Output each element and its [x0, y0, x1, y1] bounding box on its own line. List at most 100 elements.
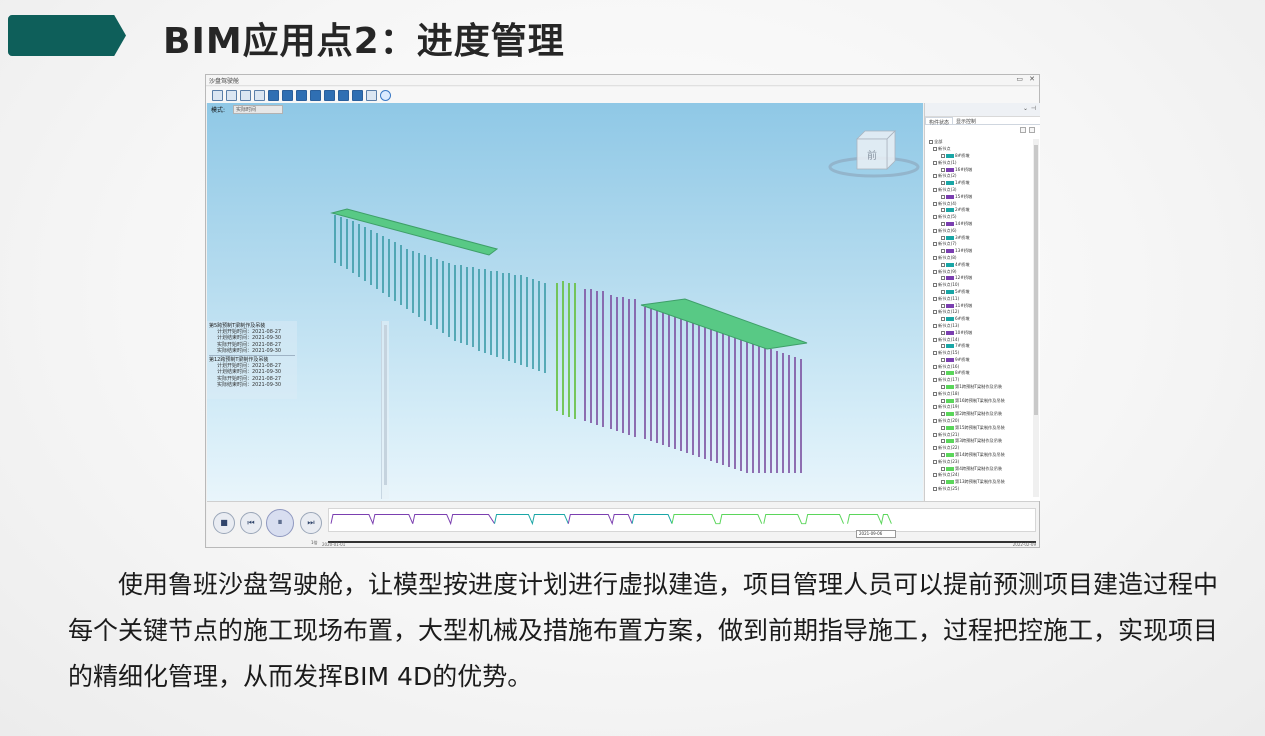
- pause-button[interactable]: ⏸: [266, 509, 294, 537]
- tree-node[interactable]: 新节点(25): [929, 486, 1033, 493]
- tree-node[interactable]: 新节点(9): [929, 268, 1033, 275]
- tree-node[interactable]: 新节点(14): [929, 336, 1033, 343]
- checkbox-icon[interactable]: [941, 221, 945, 226]
- settings-gear-icon[interactable]: [380, 89, 391, 101]
- tree-leaf[interactable]: 12#桥墩: [929, 275, 1033, 282]
- checkbox-icon[interactable]: [933, 296, 937, 301]
- checkbox-icon[interactable]: [933, 459, 937, 464]
- tree-node[interactable]: 新节点(11): [929, 295, 1033, 302]
- cube-view-icon[interactable]: [338, 89, 349, 101]
- tree-leaf[interactable]: 4#桥墩: [929, 261, 1033, 268]
- checkbox-icon[interactable]: [933, 337, 937, 342]
- view-icon[interactable]: [240, 89, 251, 101]
- checkbox-icon[interactable]: [929, 140, 933, 145]
- timeline-track[interactable]: [328, 541, 1036, 543]
- layers-icon[interactable]: [352, 89, 363, 101]
- tree-leaf[interactable]: 13#桥墩: [929, 248, 1033, 255]
- view-icon[interactable]: [226, 89, 237, 101]
- checkbox-icon[interactable]: [933, 364, 937, 369]
- cube-view-icon[interactable]: [268, 89, 279, 101]
- gantt-strip[interactable]: [328, 508, 1036, 532]
- previous-button[interactable]: ⏮: [240, 512, 262, 534]
- tree-node[interactable]: 新节点(7): [929, 241, 1033, 248]
- checkbox-icon[interactable]: [941, 453, 945, 458]
- checkbox-icon[interactable]: [933, 228, 937, 233]
- checkbox-icon[interactable]: [933, 473, 937, 478]
- checkbox-icon[interactable]: [933, 174, 937, 179]
- close-icon[interactable]: ✕: [1029, 75, 1035, 83]
- checkbox-icon[interactable]: [941, 412, 945, 417]
- stop-button[interactable]: ■: [213, 512, 235, 534]
- checkbox-icon[interactable]: [933, 351, 937, 356]
- checkbox-icon[interactable]: [941, 385, 945, 390]
- checkbox-icon[interactable]: [933, 446, 937, 451]
- tree-leaf[interactable]: 1#桥墩: [929, 180, 1033, 187]
- checkbox-icon[interactable]: [933, 487, 937, 492]
- tree-node[interactable]: 新节点(16): [929, 363, 1033, 370]
- checkbox-icon[interactable]: [933, 391, 937, 396]
- tree-leaf[interactable]: 9#桥墩: [929, 357, 1033, 364]
- tree-node[interactable]: 新节点(6): [929, 227, 1033, 234]
- checkbox-icon[interactable]: [941, 276, 945, 281]
- checkbox-icon[interactable]: [933, 160, 937, 165]
- scrollbar-thumb[interactable]: [1034, 145, 1038, 415]
- checkbox-icon[interactable]: [933, 378, 937, 383]
- 3d-viewport[interactable]: 模式: 实际时间 前 第5跨预制T梁制作及吊装 计划开始时间：2021-08-2…: [207, 103, 923, 501]
- next-button[interactable]: ⏭: [300, 512, 322, 534]
- checkbox-icon[interactable]: [941, 303, 945, 308]
- checkbox-icon[interactable]: [941, 480, 945, 485]
- checkbox-icon[interactable]: [941, 262, 945, 267]
- checkbox-icon[interactable]: [941, 167, 945, 172]
- tab-display-control[interactable]: 显示控制: [953, 117, 979, 125]
- checkbox-icon[interactable]: [933, 201, 937, 206]
- cube-view-icon[interactable]: [296, 89, 307, 101]
- tree-leaf[interactable]: 10#桥墩: [929, 329, 1033, 336]
- tree-leaf[interactable]: 7#桥墩: [929, 343, 1033, 350]
- tree-node[interactable]: 新节点(22): [929, 445, 1033, 452]
- checkbox-icon[interactable]: [933, 255, 937, 260]
- checkbox-icon[interactable]: [941, 466, 945, 471]
- tree-node[interactable]: 新节点(4): [929, 200, 1033, 207]
- restore-icon[interactable]: ▭: [1016, 75, 1023, 83]
- tree-leaf[interactable]: 第15跨预制T梁制作及吊装: [929, 424, 1033, 431]
- tree-node[interactable]: 新节点(17): [929, 377, 1033, 384]
- checkbox-icon[interactable]: [941, 235, 945, 240]
- tree-node[interactable]: 新节点(23): [929, 458, 1033, 465]
- tree-node[interactable]: 新节点(10): [929, 282, 1033, 289]
- current-date-picker[interactable]: 2021-09-06: [856, 530, 896, 538]
- checkbox-icon[interactable]: [933, 242, 937, 247]
- tree-node[interactable]: 新节点(1): [929, 159, 1033, 166]
- tree-node[interactable]: 新节点(20): [929, 418, 1033, 425]
- checkbox-icon[interactable]: [933, 432, 937, 437]
- checkbox-icon[interactable]: [941, 439, 945, 444]
- tree-node[interactable]: 新节点(18): [929, 390, 1033, 397]
- tree-leaf[interactable]: 8#桥墩: [929, 370, 1033, 377]
- tree-leaf[interactable]: 6#桥墩: [929, 316, 1033, 323]
- tree-leaf[interactable]: 第3跨预制T梁制作及吊装: [929, 438, 1033, 445]
- tree-node[interactable]: 新节点: [929, 146, 1033, 153]
- timeline[interactable]: 2020-01-01 2021-09-06 2022-02-09: [322, 530, 1036, 547]
- info-scrollbar[interactable]: [381, 321, 389, 499]
- checkbox-icon[interactable]: [933, 215, 937, 220]
- checkbox-icon[interactable]: [933, 310, 937, 315]
- cube-view-icon[interactable]: [310, 89, 321, 101]
- checkbox-icon[interactable]: [941, 317, 945, 322]
- checkbox-icon[interactable]: [941, 289, 945, 294]
- tree-leaf[interactable]: 14#桥墩: [929, 221, 1033, 228]
- tree-node[interactable]: 新节点(2): [929, 173, 1033, 180]
- tree-leaf[interactable]: 第14跨预制T梁制作及吊装: [929, 452, 1033, 459]
- tree-leaf[interactable]: 8#桥墩: [929, 153, 1033, 160]
- tree-leaf[interactable]: 2#桥墩: [929, 207, 1033, 214]
- checkbox-icon[interactable]: [941, 194, 945, 199]
- checkbox-icon[interactable]: [941, 425, 945, 430]
- checkbox-icon[interactable]: [933, 269, 937, 274]
- tab-component-status[interactable]: 构件状态: [925, 117, 954, 126]
- tree-node[interactable]: 新节点(12): [929, 309, 1033, 316]
- view-icon[interactable]: [254, 89, 265, 101]
- tree-leaf[interactable]: 16#桥墩: [929, 166, 1033, 173]
- remove-icon[interactable]: [1029, 127, 1035, 133]
- checkbox-icon[interactable]: [933, 187, 937, 192]
- tree-leaf[interactable]: 11#桥墩: [929, 302, 1033, 309]
- tree-node[interactable]: 新节点(24): [929, 472, 1033, 479]
- checkbox-icon[interactable]: [941, 371, 945, 376]
